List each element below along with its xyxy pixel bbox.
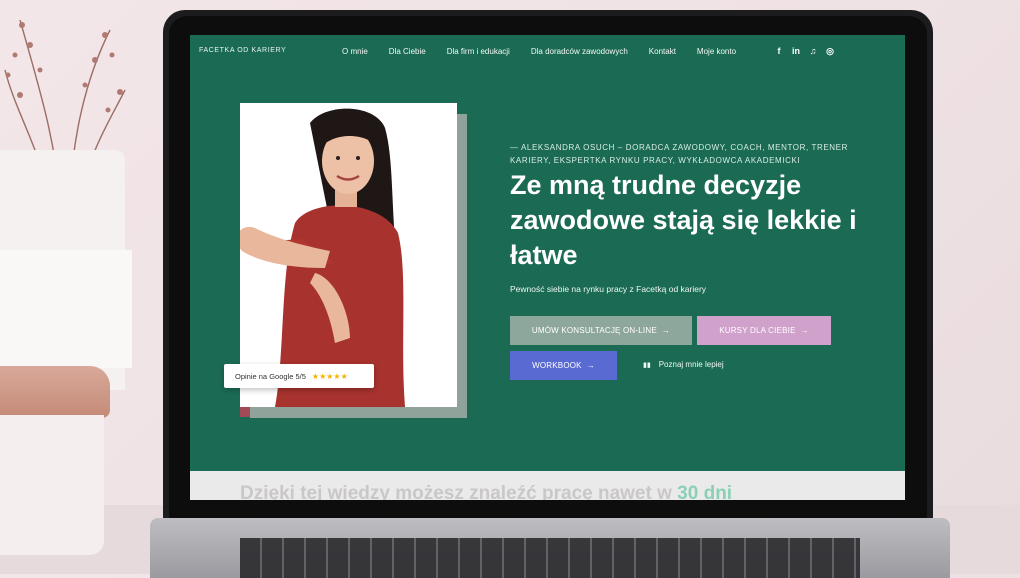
star-rating-icon: ★★★★★ (311, 371, 348, 381)
social-links: f in ♫ ◎ (774, 46, 835, 57)
book-consultation-button[interactable]: UMÓW KONSULTACJĘ ON-LINE → (510, 316, 692, 345)
next-section-heading: Dzięki tej wiedzy możesz znaleźć pracę n… (240, 483, 732, 500)
next-section-text: Dzięki tej wiedzy możesz znaleźć pracę n… (240, 483, 678, 500)
nav-menu: O mnie Dla Ciebie Dla firm i edukacji Dl… (342, 47, 757, 56)
courses-label: KURSY DLA CIEBIE (719, 326, 796, 335)
book-icon: ▮▮ (643, 361, 651, 369)
workbook-label: WORKBOOK (532, 361, 582, 370)
vase-front (0, 250, 132, 368)
laptop-keyboard (240, 538, 860, 578)
photo-accent-square (240, 407, 250, 417)
about-me-label: Poznaj mnie lepiej (658, 360, 724, 369)
nav-item-o-mnie[interactable]: O mnie (342, 47, 368, 56)
book-consultation-label: UMÓW KONSULTACJĘ ON-LINE (531, 326, 657, 335)
nav-item-dla-doradcow[interactable]: Dla doradców zawodowych (531, 47, 628, 56)
google-reviews-badge[interactable]: Opinie na Google 5/5 ★★★★★ (224, 364, 374, 388)
hero-headline: Ze mną trudne decyzje zawodowe stają się… (510, 170, 857, 270)
workbook-button[interactable]: WORKBOOK → (510, 351, 617, 380)
website-screen: FACETKA OD KARIERY O mnie Dla Ciebie Dla… (190, 35, 905, 500)
google-reviews-label: Opinie na Google 5/5 (235, 371, 306, 381)
nav-item-dla-ciebie[interactable]: Dla Ciebie (389, 47, 426, 56)
nav-item-dla-firm[interactable]: Dla firm i edukacji (447, 47, 510, 56)
arrow-right-icon: → (661, 326, 671, 335)
nav-item-kontakt[interactable]: Kontakt (649, 47, 676, 56)
portrait-photo (240, 103, 457, 407)
jar-lid (0, 366, 110, 418)
next-section-highlight: 30 dni (677, 483, 733, 500)
arrow-right-icon: → (800, 326, 809, 335)
linkedin-icon[interactable]: in (791, 46, 801, 57)
site-logo[interactable]: FACETKA OD KARIERY (199, 47, 286, 54)
nav-item-moje-konto[interactable]: Moje konto (697, 47, 736, 56)
jar (0, 415, 104, 555)
site-navbar: FACETKA OD KARIERY O mnie Dla Ciebie Dla… (190, 35, 905, 69)
woman-portrait-illustration (240, 108, 405, 407)
podcast-icon[interactable]: ♫ (808, 46, 818, 57)
facebook-icon[interactable]: f (774, 46, 784, 57)
courses-button[interactable]: KURSY DLA CIEBIE → (697, 316, 831, 345)
arrow-right-icon: → (586, 361, 595, 370)
instagram-icon[interactable]: ◎ (825, 46, 835, 57)
hero-subtitle: Pewność siebie na rynku pracy z Facetką … (510, 284, 707, 294)
about-me-link[interactable]: ▮▮ Poznaj mnie lepiej (643, 360, 724, 369)
hero-eyebrow: — ALEKSANDRA OSUCH – DORADCA ZAWODOWY, C… (510, 143, 848, 165)
